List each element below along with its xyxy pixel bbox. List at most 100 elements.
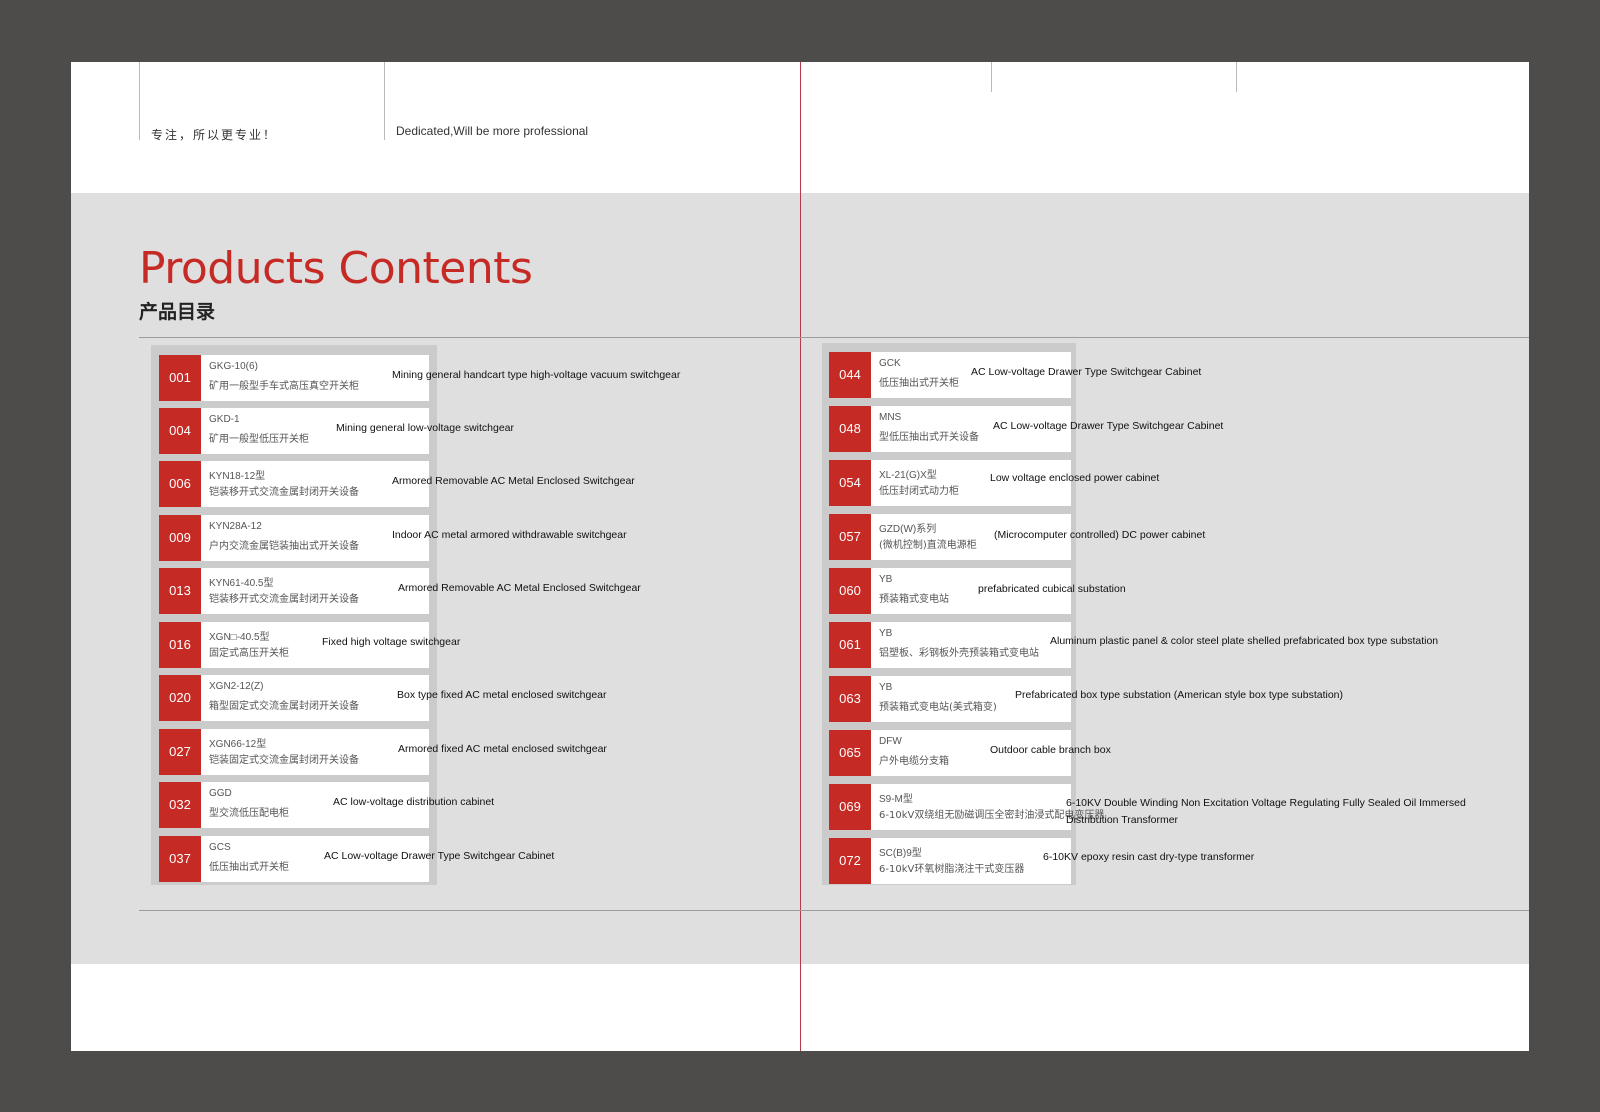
item-model: YB bbox=[879, 628, 893, 639]
item-number-badge: 054 bbox=[829, 460, 871, 506]
item-model: MNS bbox=[879, 412, 902, 423]
item-name-en: Outdoor cable branch box bbox=[990, 744, 1111, 756]
contents-item[interactable]: 048 MNS 型低压抽出式开关设备 AC Low-voltage Drawer Ty… bbox=[829, 406, 1509, 460]
tagline-en: Dedicated,Will be more professional bbox=[396, 124, 589, 138]
contents-item[interactable]: 027 XGN66-12型 铠装固定式交流金属封闭开关设备 Armored fixed… bbox=[159, 729, 839, 783]
contents-item[interactable]: 016 XGN□-40.5型 固定式高压开关柜 Fixed high voltage … bbox=[159, 622, 839, 676]
item-model: S9-M型 bbox=[879, 794, 913, 805]
header-divider bbox=[991, 62, 992, 92]
item-name-cn: 箱型固定式交流金属封闭开关设备 bbox=[209, 701, 359, 712]
item-model: XL-21(G)X型 bbox=[879, 470, 937, 481]
item-number-badge: 065 bbox=[829, 730, 871, 776]
item-number-badge: 013 bbox=[159, 568, 201, 614]
item-name-cn: 低压抽出式开关柜 bbox=[879, 378, 959, 389]
item-card: KYN61-40.5型铠装移开式交流金属封闭开关设备 bbox=[201, 568, 429, 614]
item-name-en: AC Low-voltage Drawer Type Switchgear Ca… bbox=[971, 366, 1202, 378]
item-name-en: Low voltage enclosed power cabinet bbox=[990, 472, 1160, 484]
contents-item[interactable]: 001 GKG-10(6) 矿用一般型手车式高压真空开关柜 Mining genera… bbox=[159, 355, 839, 409]
item-number-badge: 057 bbox=[829, 514, 871, 560]
page-subtitle: 产品目录 bbox=[139, 301, 216, 323]
contents-item[interactable]: 004 GKD-1 矿用一般型低压开关柜 Mining general low-vol… bbox=[159, 408, 839, 462]
contents-item[interactable]: 037 GCS 低压抽出式开关柜 AC Low-voltage Drawer Type… bbox=[159, 836, 839, 890]
item-name-en: Prefabricated box type substation (Ameri… bbox=[1015, 689, 1344, 701]
item-name-en: AC Low-voltage Drawer Type Switchgear Ca… bbox=[993, 420, 1224, 432]
item-name-cn: 预装箱式变电站(美式箱变) bbox=[879, 702, 997, 713]
item-number-badge: 016 bbox=[159, 622, 201, 668]
item-name-cn: 型交流低压配电柜 bbox=[209, 808, 289, 819]
item-model: SC(B)9型 bbox=[879, 848, 922, 859]
item-model: KYN18-12型 bbox=[209, 471, 266, 482]
item-number-badge: 032 bbox=[159, 782, 201, 828]
item-model: XGN66-12型 bbox=[209, 739, 267, 750]
item-name-cn: 矿用一般型手车式高压真空开关柜 bbox=[209, 381, 359, 392]
item-number-badge: 037 bbox=[159, 836, 201, 882]
item-model: GKD-1 bbox=[209, 414, 240, 425]
item-name-cn: 铠装移开式交流金属封闭开关设备 bbox=[209, 487, 359, 498]
item-model: GCK bbox=[879, 358, 901, 369]
contents-item[interactable]: 072 SC(B)9型 6-10kV环氧树脂浇注干式变压器 6-10KV epoxy … bbox=[829, 838, 1509, 892]
catalog-spread: 专注，所以更专业！ Dedicated,Will be more profess… bbox=[71, 62, 1529, 1051]
item-card: S9-M型 6-10kV双绕组无励磁调压全密封油浸式配电变压器 bbox=[871, 784, 1104, 830]
item-card: XGN2-12(Z) 箱型固定式交流金属封闭开关设备 bbox=[201, 675, 429, 721]
item-model: GCS bbox=[209, 842, 231, 853]
item-name-en: prefabricated cubical substation bbox=[978, 583, 1126, 595]
item-card: SC(B)9型 6-10kV环氧树脂浇注干式变压器 bbox=[871, 838, 1071, 884]
item-number-badge: 004 bbox=[159, 408, 201, 454]
item-name-en: 6-10KV epoxy resin cast dry-type transfo… bbox=[1043, 851, 1255, 863]
item-model: YB bbox=[879, 574, 893, 585]
header-divider bbox=[1236, 62, 1237, 92]
item-name-cn: 预装箱式变电站 bbox=[879, 594, 949, 605]
item-card: YB 铝塑板、彩钢板外壳预装箱式变电站 bbox=[871, 622, 1071, 668]
item-number-badge: 009 bbox=[159, 515, 201, 561]
item-name-cn: 户外电缆分支箱 bbox=[879, 756, 949, 767]
contents-item[interactable]: 013 KYN61-40.5型 铠装移开式交流金属封闭开关设备 Armored Rem… bbox=[159, 568, 839, 622]
contents-item[interactable]: 044 GCK 低压抽出式开关柜 AC Low-voltage Drawer Type… bbox=[829, 352, 1509, 406]
item-model: KYN61-40.5型 bbox=[209, 578, 274, 589]
item-model: GKG-10(6) bbox=[209, 361, 258, 372]
contents-item[interactable]: 069 S9-M型 6-10kV双绕组无励磁调压全密封油浸式配电变压器 6-10KV … bbox=[829, 784, 1509, 838]
item-name-en: Armored fixed AC metal enclosed switchge… bbox=[398, 743, 607, 755]
item-name-en: 6-10KV Double Winding Non Excitation Vol… bbox=[1066, 797, 1466, 826]
item-name-en: Indoor AC metal armored withdrawable swi… bbox=[392, 529, 627, 541]
item-name-en: Mining general handcart type high-voltag… bbox=[392, 369, 681, 381]
item-name-en: Armored Removable AC Metal Enclosed Swit… bbox=[398, 582, 641, 594]
item-card: XGN66-12型 铠装固定式交流金属封闭开关设备 bbox=[201, 729, 429, 775]
contents-item[interactable]: 065 DFW 户外电缆分支箱 Outdoor cable branch box bbox=[829, 730, 1509, 784]
item-model: XGN2-12(Z) bbox=[209, 681, 264, 692]
item-number-badge: 027 bbox=[159, 729, 201, 775]
item-name-cn: 户内交流金属铠装抽出式开关设备 bbox=[209, 541, 359, 552]
item-name-cn: 低压封闭式动力柜 bbox=[879, 486, 959, 497]
contents-item[interactable]: 006 KYN18-12型 铠装移开式交流金属封闭开关设备 Armored Remov… bbox=[159, 461, 839, 515]
contents-item[interactable]: 020 XGN2-12(Z) 箱型固定式交流金属封闭开关设备 Box type fix… bbox=[159, 675, 839, 729]
item-name-cn: 矿用一般型低压开关柜 bbox=[209, 434, 309, 445]
header-divider bbox=[384, 62, 385, 140]
item-number-badge: 061 bbox=[829, 622, 871, 668]
item-model: GGD bbox=[209, 788, 232, 799]
item-number-badge: 048 bbox=[829, 406, 871, 452]
header-divider bbox=[139, 62, 140, 140]
item-name-en: Box type fixed AC metal enclosed switchg… bbox=[397, 689, 607, 701]
item-number-badge: 044 bbox=[829, 352, 871, 398]
contents-item[interactable]: 061 YB 铝塑板、彩钢板外壳预装箱式变电站 Aluminum plastic pa… bbox=[829, 622, 1509, 676]
page-title: Products Contents bbox=[139, 243, 533, 294]
item-number-badge: 072 bbox=[829, 838, 871, 884]
item-name-cn: 6-10kV环氧树脂浇注干式变压器 bbox=[879, 864, 1025, 875]
contents-item[interactable]: 054 XL-21(G)X型低压封闭式动力柜 Low voltage enclose… bbox=[829, 460, 1509, 514]
item-name-en: (Microcomputer controlled) DC power cabi… bbox=[994, 529, 1206, 541]
item-number-badge: 063 bbox=[829, 676, 871, 722]
item-name-cn: 固定式高压开关柜 bbox=[209, 648, 289, 659]
item-model: YB bbox=[879, 682, 893, 693]
contents-item[interactable]: 060 YB 预装箱式变电站 prefabricated cubical substa… bbox=[829, 568, 1509, 622]
item-number-badge: 020 bbox=[159, 675, 201, 721]
contents-item[interactable]: 032 GGD 型交流低压配电柜 AC low-voltage distributio… bbox=[159, 782, 839, 836]
item-name-en: AC low-voltage distribution cabinet bbox=[333, 796, 495, 808]
tagline-cn: 专注，所以更专业！ bbox=[151, 128, 278, 142]
bottom-rule bbox=[139, 910, 1529, 911]
contents-item[interactable]: 009 KYN28A-12 户内交流金属铠装抽出式开关设备 Indoor AC met… bbox=[159, 515, 839, 569]
item-name-cn: 低压抽出式开关柜 bbox=[209, 862, 289, 873]
item-model: GZD(W)系列 bbox=[879, 524, 937, 535]
item-name-cn: 铠装移开式交流金属封闭开关设备 bbox=[209, 594, 359, 605]
contents-item[interactable]: 057 GZD(W)系列 (微机控制)直流电源柜 (Microcomputer con… bbox=[829, 514, 1509, 568]
contents-item[interactable]: 063 YB 预装箱式变电站(美式箱变) Prefabricated box type… bbox=[829, 676, 1509, 730]
top-rule bbox=[139, 337, 1529, 338]
